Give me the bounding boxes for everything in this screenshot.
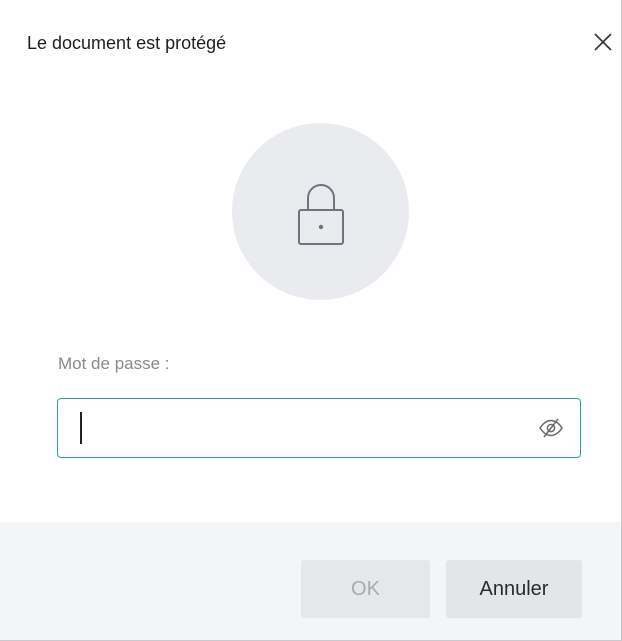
password-input[interactable] bbox=[78, 409, 508, 447]
password-dialog: Le document est protégé Mot de passe : O… bbox=[0, 0, 622, 641]
lock-icon bbox=[291, 176, 351, 248]
eye-hidden-icon bbox=[538, 417, 564, 439]
text-caret bbox=[80, 412, 82, 444]
lock-badge bbox=[232, 123, 409, 300]
dialog-titlebar: Le document est protégé bbox=[0, 0, 621, 88]
password-field[interactable] bbox=[57, 398, 581, 458]
show-password-toggle[interactable] bbox=[536, 414, 566, 442]
cancel-button[interactable]: Annuler bbox=[446, 560, 582, 618]
close-icon bbox=[592, 31, 614, 53]
ok-button[interactable]: OK bbox=[301, 560, 430, 618]
close-button[interactable] bbox=[589, 28, 617, 56]
dialog-title: Le document est protégé bbox=[27, 33, 227, 53]
dialog-footer: OK Annuler bbox=[0, 522, 621, 640]
password-label: Mot de passe : bbox=[58, 354, 170, 373]
